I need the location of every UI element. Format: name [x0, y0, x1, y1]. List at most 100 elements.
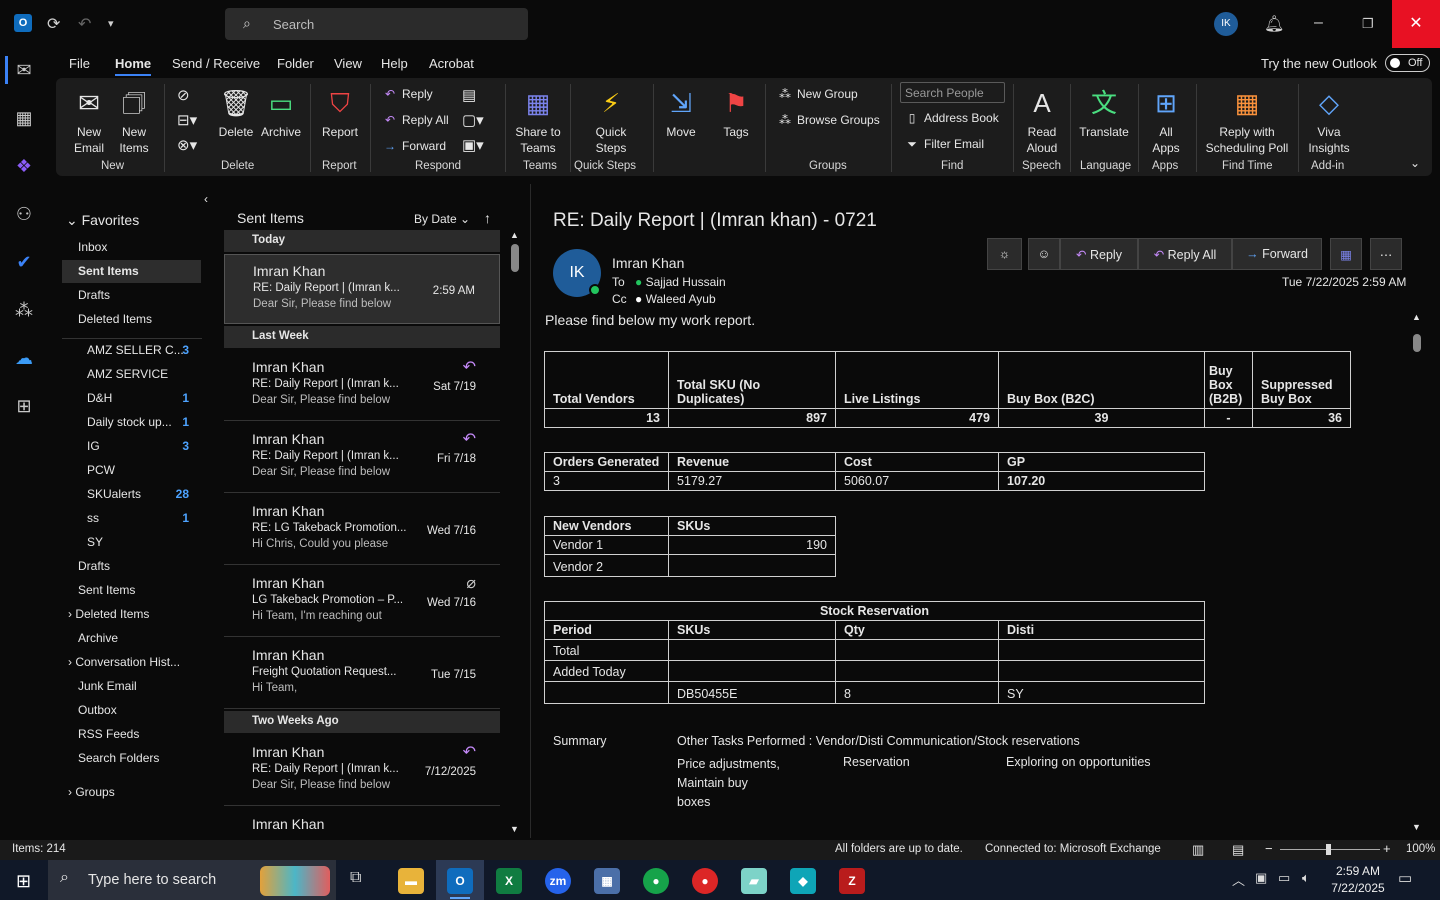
read-aloud-button[interactable]: A Read Aloud	[1022, 86, 1062, 156]
to-recipient[interactable]: ● Sajjad Hussain	[635, 275, 726, 289]
zoom-out-icon[interactable]: −	[1265, 841, 1273, 856]
folder-groups[interactable]: › Groups	[68, 785, 115, 799]
section-header-two-weeks-ago[interactable]: Two Weeks Ago	[224, 711, 500, 733]
share-teams-button[interactable]: ▦ Share to Teams	[512, 86, 564, 156]
list-item[interactable]: ↶ Imran Khan RE: Daily Report | (Imran k…	[224, 736, 500, 806]
onedrive-icon[interactable]: ☁	[12, 348, 36, 372]
bell-icon[interactable]: 🔔︎	[1264, 14, 1284, 34]
undo-icon[interactable]: ↶	[78, 14, 91, 34]
folder-search-folders[interactable]: Search Folders	[78, 751, 159, 765]
report-button[interactable]: ⛉ Report	[318, 86, 362, 140]
customize-qat-icon[interactable]: ▾	[108, 17, 114, 30]
sort-direction-icon[interactable]: ↑	[484, 210, 491, 226]
list-item[interactable]: ⌀ Imran Khan LG Takeback Promotion – P..…	[224, 567, 500, 637]
reply-button[interactable]: ↶ Reply	[382, 87, 433, 101]
fav-deleted-items[interactable]: Deleted Items	[78, 312, 152, 326]
copilot-icon[interactable]: ❖	[12, 156, 36, 180]
favorites-header[interactable]: ⌄ Favorites	[66, 212, 139, 229]
tray-volume-icon[interactable]: 🔈︎	[1302, 870, 1310, 886]
more-respond-icon[interactable]: ▣▾	[462, 136, 484, 154]
folder-item[interactable]: ss	[87, 511, 99, 525]
new-group-button[interactable]: ⁂ New Group	[777, 87, 858, 101]
close-icon[interactable]: ✕	[1392, 0, 1440, 48]
translate-button[interactable]: 文 Translate	[1078, 86, 1130, 140]
mail-icon[interactable]: ✉	[12, 60, 36, 84]
folder-deleted-items[interactable]: › Deleted Items	[68, 607, 149, 621]
outlook-taskbar-icon[interactable]: O	[447, 868, 473, 894]
scroll-down-icon[interactable]: ▼	[510, 824, 519, 834]
folder-drafts[interactable]: Drafts	[78, 559, 110, 573]
scroll-up-icon[interactable]: ▲	[1412, 312, 1421, 322]
sync-icon[interactable]: ⟳	[47, 14, 60, 34]
tray-network-alert-icon[interactable]: ▣	[1255, 870, 1267, 886]
task-view-icon[interactable]: ⧉	[350, 869, 361, 887]
restore-icon[interactable]: ❐	[1362, 16, 1374, 32]
im-icon[interactable]: ▢▾	[462, 111, 484, 129]
normal-view-icon[interactable]: ▥	[1192, 842, 1204, 858]
cc-recipient[interactable]: ● Waleed Ayub	[635, 292, 716, 306]
tray-network-icon[interactable]: ▭	[1278, 870, 1290, 886]
search-box[interactable]: ⌕ Search	[225, 8, 528, 40]
sort-dropdown[interactable]: By Date ⌄	[414, 212, 470, 226]
delete-button[interactable]: 🗑︎ Delete	[216, 86, 256, 140]
browse-groups-button[interactable]: ⁂ Browse Groups	[777, 113, 880, 127]
quick-steps-button[interactable]: ⚡︎ Quick Steps	[588, 86, 634, 156]
viva-insights-button[interactable]: ◇ Viva Insights	[1306, 86, 1352, 156]
collapse-pane-icon[interactable]: ‹	[204, 192, 208, 206]
section-header-last-week[interactable]: Last Week	[224, 326, 500, 348]
diamond-app-icon[interactable]: ◆	[790, 868, 816, 894]
menu-help[interactable]: Help	[381, 56, 408, 71]
list-item[interactable]: Imran Khan Freight Quotation Request... …	[224, 639, 500, 709]
new-email-button[interactable]: ✉ New Email	[66, 86, 112, 156]
list-item[interactable]: Imran Khan RE: LG Takeback Promotion... …	[224, 495, 500, 565]
chrome-icon[interactable]: ●	[643, 868, 669, 894]
filter-email-button[interactable]: ⏷ Filter Email	[904, 137, 984, 152]
folder-item[interactable]: SKUalerts	[87, 487, 141, 501]
folder-archive[interactable]: Archive	[78, 631, 118, 645]
minimize-icon[interactable]: –	[1314, 14, 1323, 32]
notification-center-icon[interactable]: ▭	[1398, 869, 1412, 887]
fav-sent-items[interactable]: Sent Items	[78, 264, 139, 278]
menu-acrobat[interactable]: Acrobat	[429, 56, 474, 71]
calendar-icon[interactable]: ▦	[12, 108, 36, 132]
folder-sent-items[interactable]: Sent Items	[78, 583, 135, 597]
notes-app-icon[interactable]: ▰	[741, 868, 767, 894]
teams-share-button[interactable]: ▦	[1330, 238, 1362, 270]
folder-item[interactable]: SY	[87, 535, 103, 549]
address-book-button[interactable]: ▯ Address Book	[904, 111, 999, 125]
list-item[interactable]: ↶ Imran Khan RE: Daily Report | (Imran k…	[224, 423, 500, 493]
list-item[interactable]: Imran Khan RE: Daily Report | (Imran k..…	[224, 254, 500, 324]
scroll-thumb[interactable]	[1413, 334, 1421, 352]
ignore-icon[interactable]: ⊘	[177, 86, 190, 104]
zoom-app-icon[interactable]: zm	[545, 868, 571, 894]
file-explorer-icon[interactable]: ▬	[398, 868, 424, 894]
folder-item[interactable]: AMZ SERVICE	[87, 367, 168, 381]
message-list-scrollbar[interactable]: ▲ ▼	[508, 230, 522, 838]
fav-drafts[interactable]: Drafts	[78, 288, 110, 302]
taskbar-search[interactable]: ⌕ Type here to search	[48, 860, 336, 900]
groups-icon[interactable]: ⁂	[12, 300, 36, 324]
folder-item[interactable]: PCW	[87, 463, 115, 477]
account-avatar[interactable]: IK	[1214, 12, 1238, 36]
calculator-icon[interactable]: ▦	[594, 868, 620, 894]
list-item[interactable]: ↶ Imran Khan RE: Daily Report | (Imran k…	[224, 351, 500, 421]
todo-icon[interactable]: ✔	[12, 252, 36, 276]
email-reply-button[interactable]: ↶ Reply	[1060, 238, 1138, 270]
meeting-icon[interactable]: ▤	[462, 86, 476, 104]
email-from[interactable]: Imran Khan	[612, 255, 684, 271]
folder-rss-feeds[interactable]: RSS Feeds	[78, 727, 139, 741]
tray-chevron-icon[interactable]: ︿	[1232, 870, 1245, 889]
scroll-thumb[interactable]	[511, 244, 519, 272]
windows-start-icon[interactable]: ⊞	[16, 871, 31, 892]
archive-button[interactable]: ▭ Archive	[258, 86, 304, 140]
folder-item[interactable]: D&H	[87, 391, 112, 405]
new-items-button[interactable]: 🗇︎ New Items	[112, 86, 156, 156]
folder-outbox[interactable]: Outbox	[78, 703, 117, 717]
zoom-level[interactable]: 100%	[1406, 843, 1435, 855]
folder-junk-email[interactable]: Junk Email	[78, 679, 137, 693]
zoom-slider-thumb[interactable]	[1326, 844, 1331, 855]
filezilla-icon[interactable]: Z	[839, 868, 865, 894]
email-reply-all-button[interactable]: ↶ Reply All	[1138, 238, 1232, 270]
folder-item[interactable]: IG	[87, 439, 100, 453]
menu-view[interactable]: View	[334, 56, 362, 71]
